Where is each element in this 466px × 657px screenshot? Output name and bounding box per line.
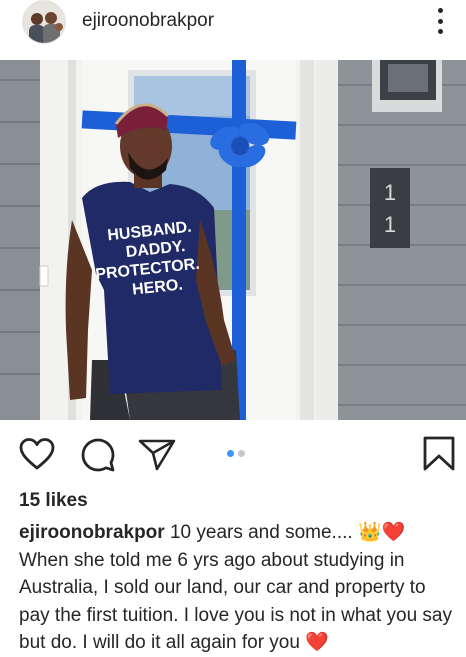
more-options-icon[interactable] [426, 6, 454, 36]
paper-plane-icon[interactable] [138, 438, 176, 477]
heart-outline-icon[interactable] [19, 438, 55, 475]
avatar[interactable] [22, 0, 66, 44]
comment-bubble-icon[interactable] [80, 438, 116, 477]
likes-count[interactable]: 15 likes [19, 490, 88, 512]
house-number-digit-2: 1 [384, 212, 396, 237]
bookmark-outline-icon[interactable] [422, 436, 456, 477]
post-header: ejiroonobrakpor [0, 0, 466, 60]
post-caption: ejiroonobrakpor 10 years and some.... 👑❤… [19, 519, 459, 657]
house-number-digit-1: 1 [384, 180, 396, 205]
carousel-dot [238, 450, 245, 457]
post-username[interactable]: ejiroonobrakpor [82, 10, 214, 32]
carousel-indicator [227, 450, 245, 457]
carousel-dot-active [227, 450, 234, 457]
post-photo[interactable]: 1 1 HUSBAND. DADDY. PROTECTOR. HERO. [0, 60, 466, 420]
caption-username[interactable]: ejiroonobrakpor [19, 522, 165, 543]
